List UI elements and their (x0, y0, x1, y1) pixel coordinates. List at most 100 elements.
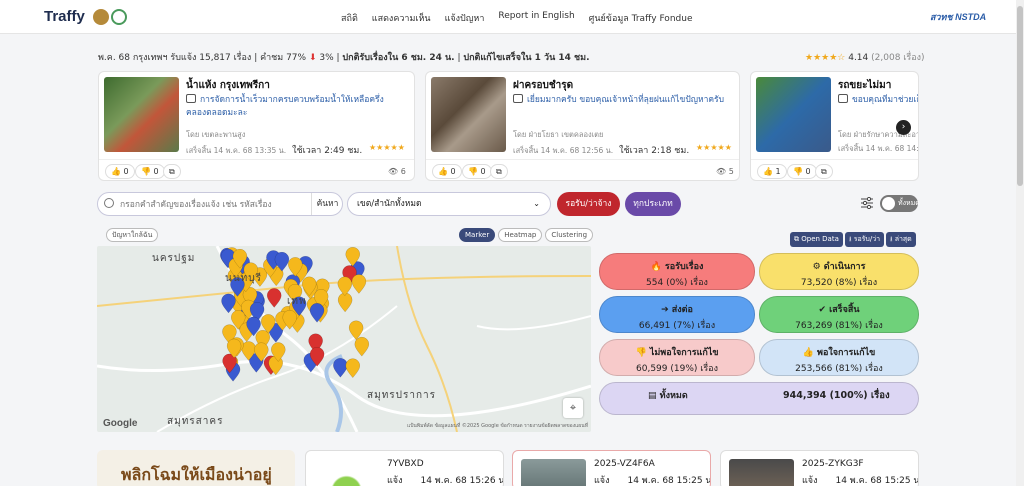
status-pending[interactable]: 🔥 รอรับเรื่อง 554 (0%) เรื่อง (599, 253, 755, 290)
check-icon: ✔ (818, 305, 827, 315)
card-comment: เยี่ยมมากครับ ขอบคุณเจ้าหน้าที่ลุยฝนแก้ไ… (513, 94, 728, 107)
report-thumbnail (729, 459, 794, 486)
star-rating-icon: ★★★★☆ (805, 53, 846, 63)
report-code: 7YVBXD (387, 459, 424, 469)
recent-report-card[interactable]: 2025-VZ4F6A แจ้ง 14 พ.ค. 68 15:25 น. (512, 450, 711, 486)
google-logo: Google (103, 418, 138, 429)
filter-settings-icon[interactable] (861, 197, 873, 209)
report-date: แจ้ง 14 พ.ค. 68 15:26 น. (387, 476, 504, 486)
card-comment: ขอบคุณที่มาช่วยเก็ (838, 94, 918, 107)
copy-button[interactable]: ⧉ (490, 164, 508, 179)
card-title: น้ำแห้ง กรุงเทพรีกา (186, 80, 270, 91)
thumb-down-icon: ⬇ (308, 53, 317, 63)
map-label-nonthaburi: นนทบุรี (225, 273, 262, 284)
map-label-samut-prakan: สมุทรปราการ (367, 390, 437, 401)
search-box: ค้นหา (97, 192, 343, 216)
copy-button[interactable]: ⧉ (815, 164, 833, 179)
status-in-progress[interactable]: ⚙ ดำเนินการ 73,520 (8%) เรื่อง (759, 253, 919, 290)
views-count: 👁 5 (716, 167, 734, 176)
like-button[interactable]: 👍 0 (105, 164, 135, 179)
recent-report-card[interactable]: 2025-ZYKG3F แจ้ง 14 พ.ค. 68 15:25 น. (720, 450, 919, 486)
star-rating-icon: ★★★★★ (696, 143, 732, 152)
card-title: ฝาครอบชำรุด (513, 80, 574, 91)
highlight-card[interactable]: น้ำแห้ง กรุงเทพรีกา การจัดการน้ำเร็วมากค… (98, 71, 415, 181)
problem-map[interactable]: นครปฐม นนทบุรี เทพ สมุทรปราการ สมุทรสาคร… (97, 246, 591, 432)
carousel-next-icon[interactable]: › (896, 120, 911, 135)
open-data-button[interactable]: ⧉ Open Data (790, 232, 843, 247)
card-agency: โดย เขตละพานสูง (186, 130, 246, 139)
card-comment: การจัดการน้ำเร็วมากครบควบพร้อมน้ำให้เหลื… (186, 94, 384, 118)
nearby-problems-button[interactable]: ปัญหาใกล้ฉัน (106, 228, 159, 242)
status-dissatisfied[interactable]: 👎 ไม่พอใจการแก้ไข 60,599 (19%) เรื่อง (599, 339, 755, 376)
mode-heatmap[interactable]: Heatmap (498, 228, 543, 242)
status-forwarded[interactable]: ➔ ส่งต่อ 66,491 (7%) เรื่อง (599, 296, 755, 333)
map-label-bangkok: เทพ (287, 296, 307, 307)
document-icon: ▤ (648, 391, 657, 401)
status-total[interactable]: ▤ ทั้งหมด 944,394 (100%) เรื่อง (599, 382, 919, 415)
highlight-card[interactable]: ฝาครอบชำรุด เยี่ยมมากครับ ขอบคุณเจ้าหน้า… (425, 71, 740, 181)
dislike-button[interactable]: 👎 0 (135, 164, 165, 179)
rating-summary: ★★★★☆ 4.14 (2,008 เรื่อง) (805, 53, 925, 63)
partner-logo-icon (111, 9, 127, 25)
copy-button[interactable]: ⧉ (163, 164, 181, 179)
search-input[interactable] (120, 197, 300, 212)
main-nav: สถิติ แสดงความเห็น แจ้งปัญหา Report in E… (341, 11, 692, 25)
report-thumbnail (314, 459, 379, 486)
report-thumbnail (521, 459, 586, 486)
report-code: 2025-VZ4F6A (594, 459, 655, 469)
nav-info-center[interactable]: ศูนย์ข้อมูล Traffy Fondue (589, 11, 693, 25)
nav-comments[interactable]: แสดงความเห็น (372, 11, 431, 25)
recent-report-card[interactable]: 7YVBXD แจ้ง 14 พ.ค. 68 15:26 น. (305, 450, 504, 486)
chevron-down-icon: ⌄ (533, 199, 540, 208)
arrow-right-icon: ➔ (661, 305, 669, 315)
card-finished: เสร็จสิ้น 14 พ.ค. 68 13:35 น. ใช้เวลา 2:4… (186, 146, 363, 156)
card-finished: เสร็จสิ้น 14 พ.ค. 68 12:56 น. ใช้เวลา 2:1… (513, 146, 690, 156)
nstda-logo[interactable]: สวทช NSTDA (930, 10, 986, 24)
nav-report-english[interactable]: Report in English (498, 11, 574, 25)
download-latest-button[interactable]: ⭳ ล่าสุด (886, 232, 916, 247)
map-label-nakhon-pathom: นครปฐม (152, 253, 196, 264)
gear-icon: ⚙ (812, 262, 821, 272)
mode-clustering[interactable]: Clustering (545, 228, 594, 242)
flame-icon: 🔥 (650, 262, 662, 272)
type-filter-button[interactable]: ทุกประเภท (625, 192, 681, 216)
map-label-samut-sakhon: สมุทรสาคร (167, 416, 224, 427)
search-button[interactable]: ค้นหา (311, 193, 343, 215)
highlight-card[interactable]: รถขยะไม่มา ขอบคุณที่มาช่วยเก็ โดย ฝ่ายรั… (750, 71, 919, 181)
status-satisfied[interactable]: 👍 พอใจการแก้ไข 253,566 (81%) เรื่อง (759, 339, 919, 376)
report-photo[interactable] (431, 77, 506, 152)
dislike-button[interactable]: 👎 0 (462, 164, 492, 179)
mode-marker[interactable]: Marker (459, 228, 496, 242)
nav-stats[interactable]: สถิติ (341, 11, 358, 25)
map-attribution[interactable]: แป้นพิมพ์ลัด ข้อมูลแผนที่ ©2025 Google ข… (407, 422, 588, 430)
report-photo[interactable] (756, 77, 831, 152)
report-date: แจ้ง 14 พ.ค. 68 15:25 น. (802, 476, 919, 486)
report-date: แจ้ง 14 พ.ค. 68 15:25 น. (594, 476, 711, 486)
star-rating-icon: ★★★★★ (369, 143, 405, 152)
thumb-down-icon: 👎 (635, 348, 647, 358)
like-button[interactable]: 👍 0 (432, 164, 462, 179)
eye-icon: 👁 (716, 167, 727, 176)
show-all-toggle[interactable]: ทั้งหมด (880, 195, 920, 212)
dislike-button[interactable]: 👎 0 (787, 164, 817, 179)
top-navbar: Traffy สถิติ แสดงความเห็น แจ้งปัญหา Repo… (0, 0, 1016, 34)
traffy-logo[interactable]: Traffy (44, 8, 85, 25)
map-mode-switch: Marker Heatmap Clustering (459, 228, 594, 242)
status-finished[interactable]: ✔ เสร็จสิ้น 763,269 (81%) เรื่อง (759, 296, 919, 333)
card-finished: เสร็จสิ้น 14 พ.ค. 68 14:55 (838, 144, 919, 153)
page-scrollbar[interactable] (1016, 0, 1024, 486)
eye-icon: 👁 (388, 167, 399, 176)
like-button[interactable]: 👍 1 (757, 164, 787, 179)
comment-icon (513, 94, 523, 103)
nav-report[interactable]: แจ้งปัญหา (445, 11, 485, 25)
district-select[interactable]: เขต/สำนักทั้งหมด ⌄ (347, 192, 551, 216)
thumb-up-icon: 👍 (802, 348, 814, 358)
promo-banner[interactable]: พลิกโฉมให้เมืองน่าอยู่ (97, 450, 295, 486)
recenter-icon[interactable]: ⌖ (563, 398, 583, 418)
status-filter-button[interactable]: รอรับ/ว่าจ้าง (557, 192, 620, 216)
report-code: 2025-ZYKG3F (802, 459, 864, 469)
emblem-icon (93, 9, 109, 25)
comment-icon (838, 94, 848, 103)
download-pending-button[interactable]: ⭳ รอรับ/ว่า (845, 232, 885, 247)
report-photo[interactable] (104, 77, 179, 152)
